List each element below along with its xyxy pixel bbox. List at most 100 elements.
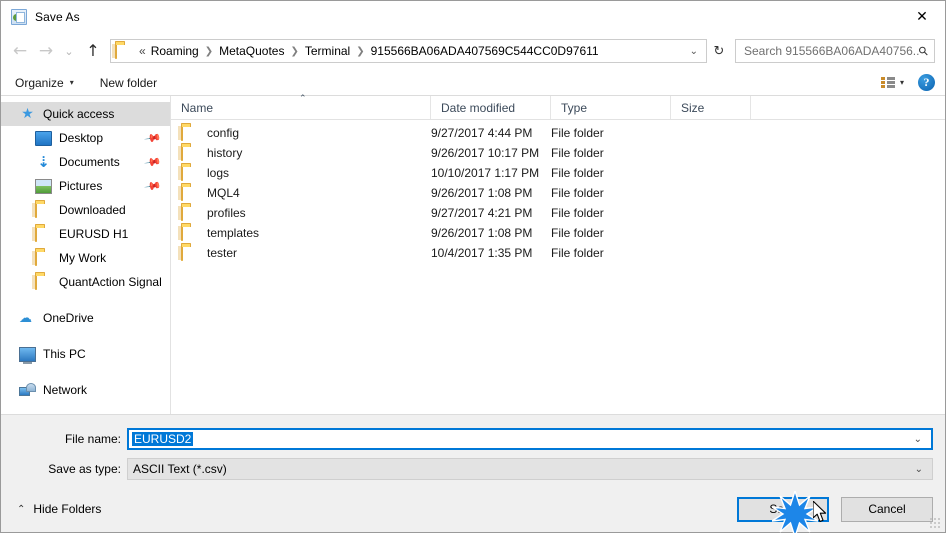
breadcrumb[interactable]: « Roaming ❯ MetaQuotes ❯ Terminal ❯ 9155… (110, 39, 707, 63)
sidebar-item-desktop[interactable]: Desktop 📌 (1, 126, 170, 150)
column-header-name[interactable]: Name ⌃ (171, 94, 431, 119)
hide-folders-label: Hide Folders (33, 502, 102, 516)
chevron-down-icon[interactable]: ⌄ (905, 434, 931, 445)
hide-folders-button[interactable]: ⌃ Hide Folders (13, 502, 101, 516)
close-icon[interactable]: ✕ (899, 1, 945, 32)
sidebar-item-label: My Work (59, 251, 107, 265)
type-cell: File folder (551, 166, 604, 180)
change-view-button[interactable]: ▾ (880, 76, 904, 89)
save-as-type-label: Save as type: (48, 462, 121, 476)
cancel-button[interactable]: Cancel (841, 496, 933, 522)
sidebar-item-pictures[interactable]: Pictures 📌 (1, 174, 170, 198)
sidebar-item-label: Downloaded (59, 203, 126, 217)
folder-icon (181, 245, 198, 261)
chevron-right-icon: ❯ (204, 45, 214, 57)
back-icon[interactable]: ← (7, 38, 33, 64)
date-modified-cell: 9/27/2017 4:44 PM (431, 126, 533, 140)
file-name-label: File name: (64, 432, 121, 446)
file-name-row: File name: EURUSD2 ⌄ (1, 426, 945, 452)
recent-locations-icon[interactable]: ⌄ (59, 38, 79, 64)
sidebar-item-label: Desktop (59, 131, 104, 145)
column-header-date-modified[interactable]: Date modified (431, 96, 551, 119)
column-header-label: Name (181, 100, 214, 115)
folder-icon (35, 249, 52, 266)
column-header-size[interactable]: Size (671, 96, 751, 119)
breadcrumb-item-0[interactable]: Roaming (150, 44, 200, 58)
type-cell: File folder (551, 206, 604, 220)
table-row[interactable]: templates 9/26/2017 1:08 PM File folder (171, 223, 945, 243)
table-row[interactable]: config 9/27/2017 4:44 PM File folder (171, 123, 945, 143)
navigation-pane: ★ Quick access Desktop 📌 ⇣ Documents 📌 P… (1, 96, 171, 414)
pictures-icon (35, 179, 52, 194)
column-headers: Name ⌃ Date modified Type Size (171, 94, 945, 120)
save-as-type-select[interactable]: ASCII Text (*.csv) ⌄ (127, 458, 933, 480)
forward-icon[interactable]: → (33, 38, 59, 64)
file-name-cell: logs (171, 165, 431, 181)
sidebar-item-this-pc[interactable]: This PC (1, 342, 170, 366)
table-row[interactable]: history 9/26/2017 10:17 PM File folder (171, 143, 945, 163)
chevron-right-icon: ❯ (356, 45, 365, 57)
type-cell: File folder (551, 146, 604, 160)
chevron-right-icon: ❯ (290, 45, 299, 57)
sidebar-item-onedrive[interactable]: ☁ OneDrive (1, 306, 170, 330)
sidebar-item-network[interactable]: Network (1, 378, 170, 402)
new-folder-button[interactable]: New folder (100, 76, 157, 90)
save-as-dialog: Save As ✕ ← → ⌄ ↑ « Roaming ❯ MetaQuotes… (0, 0, 946, 533)
file-name-input[interactable]: EURUSD2 ⌄ (127, 428, 933, 450)
sidebar-item-quantaction-signal[interactable]: QuantAction Signal (1, 270, 170, 294)
table-row[interactable]: profiles 9/27/2017 4:21 PM File folder (171, 203, 945, 223)
sidebar-divider (1, 366, 170, 378)
breadcrumb-overflow[interactable]: « (138, 44, 150, 58)
desktop-icon (35, 131, 52, 146)
file-list-pane: Name ⌃ Date modified Type Size config 9/… (171, 94, 945, 414)
pin-icon[interactable]: 📌 (144, 177, 163, 196)
breadcrumb-item-1[interactable]: MetaQuotes (218, 44, 285, 58)
sidebar-item-label: QuantAction Signal (59, 275, 162, 289)
save-form: File name: EURUSD2 ⌄ Save as type: ASCII… (1, 414, 945, 486)
date-modified-cell: 9/26/2017 1:08 PM (431, 186, 533, 200)
pin-icon[interactable]: 📌 (144, 129, 163, 148)
sidebar-item-my-work[interactable]: My Work (1, 246, 170, 270)
file-list: config 9/27/2017 4:44 PM File folder his… (171, 120, 945, 414)
search-input[interactable]: Search 915566BA06ADA40756... ⚲ (735, 39, 935, 63)
save-button[interactable]: Save (737, 496, 829, 522)
window-title: Save As (35, 9, 80, 24)
table-row[interactable]: tester 10/4/2017 1:35 PM File folder (171, 243, 945, 263)
pin-icon[interactable]: 📌 (144, 153, 163, 172)
column-header-type[interactable]: Type (551, 96, 671, 119)
folder-icon (181, 225, 198, 241)
up-icon[interactable]: ↑ (79, 38, 107, 64)
save-as-type-row: Save as type: ASCII Text (*.csv) ⌄ (1, 456, 945, 482)
folder-icon (181, 125, 198, 141)
sidebar-item-documents[interactable]: ⇣ Documents 📌 (1, 150, 170, 174)
chevron-down-icon[interactable]: ⌄ (682, 46, 706, 57)
sidebar-item-label: Pictures (59, 179, 103, 193)
type-cell: File folder (551, 246, 604, 260)
resize-grip[interactable] (929, 517, 940, 528)
sidebar-item-eurusd-h1[interactable]: EURUSD H1 (1, 222, 170, 246)
onedrive-icon: ☁ (19, 310, 32, 326)
breadcrumb-item-3[interactable]: 915566BA06ADA407569C544CC0D97611 (370, 44, 600, 58)
sidebar-item-label: Network (43, 383, 88, 397)
sidebar-item-quick-access[interactable]: ★ Quick access (1, 102, 170, 126)
sidebar-item-downloaded[interactable]: Downloaded (1, 198, 170, 222)
breadcrumb-item-2[interactable]: Terminal (304, 44, 351, 58)
help-icon[interactable]: ? (918, 74, 935, 91)
chevron-down-icon[interactable]: ⌄ (906, 464, 932, 475)
dialog-footer: ⌃ Hide Folders Save Cancel (1, 486, 945, 532)
folder-icon (181, 185, 198, 201)
view-list-icon (880, 76, 895, 89)
table-row[interactable]: logs 10/10/2017 1:17 PM File folder (171, 163, 945, 183)
command-bar-right: ▾ ? (880, 74, 935, 91)
address-bar: ← → ⌄ ↑ « Roaming ❯ MetaQuotes ❯ Termina… (1, 32, 945, 70)
sidebar-item-label: EURUSD H1 (59, 227, 129, 241)
organize-button[interactable]: Organize ▾ (15, 76, 74, 90)
file-name-cell: history (171, 145, 431, 161)
network-icon (19, 383, 36, 398)
file-name-cell: config (171, 125, 431, 141)
refresh-icon[interactable]: ↻ (707, 39, 731, 63)
table-row[interactable]: MQL4 9/26/2017 1:08 PM File folder (171, 183, 945, 203)
folder-icon (35, 225, 52, 242)
file-name-cell: MQL4 (171, 185, 431, 201)
sidebar-divider (1, 330, 170, 342)
